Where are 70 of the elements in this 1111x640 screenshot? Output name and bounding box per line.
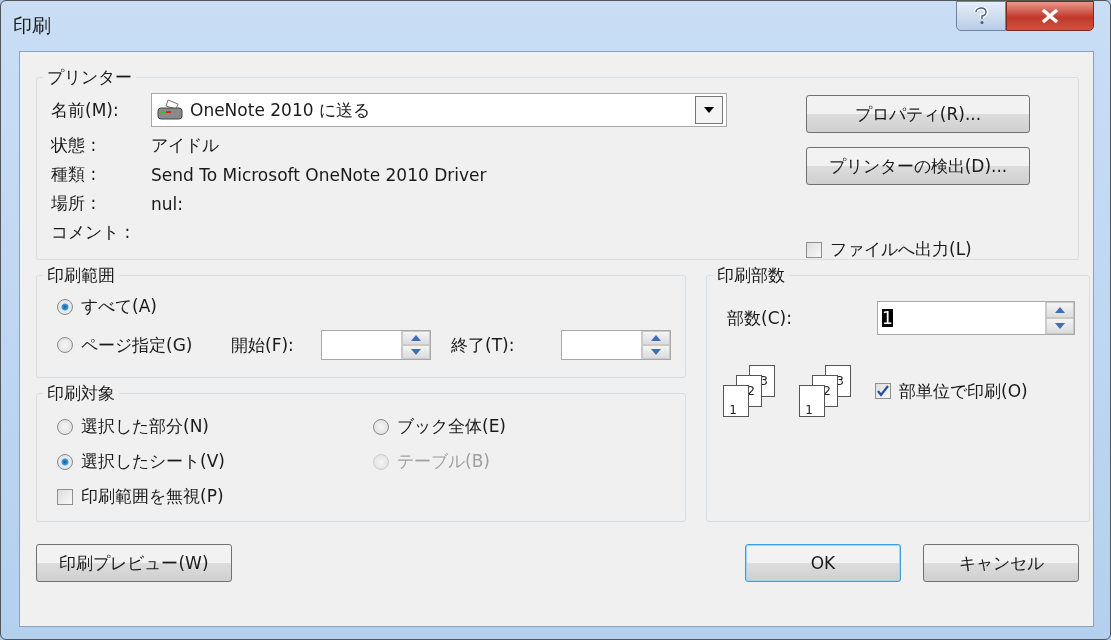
radio-button[interactable] [57, 418, 73, 435]
radio-option[interactable]: 選択した部分(N) [57, 415, 373, 438]
checkbox-label: ファイルへ出力(L) [830, 238, 972, 261]
print-preview-button[interactable]: 印刷プレビュー(W) [36, 544, 232, 582]
checkbox-label: 印刷範囲を無視(P) [81, 485, 224, 508]
dialog-button[interactable]: OK [745, 544, 901, 582]
field-value: nul: [151, 193, 183, 214]
up-arrow-icon [1055, 307, 1065, 313]
group-title: 印刷範囲 [46, 264, 116, 287]
radio-label: 選択した部分(N) [81, 415, 209, 438]
close-button[interactable] [1006, 1, 1094, 31]
radio-option[interactable]: ブック全体(E) [373, 415, 671, 438]
end-page-spinbox[interactable] [561, 330, 671, 360]
field-label: 場所 : [51, 192, 98, 215]
down-arrow-icon [411, 349, 421, 355]
dialog-button[interactable]: プリンターの検出(D)... [806, 147, 1030, 185]
help-button[interactable] [956, 1, 1006, 31]
dialog-button[interactable]: キャンセル [923, 544, 1079, 582]
group-title: 印刷部数 [716, 264, 786, 287]
field-value: Send To Microsoft OneNote 2010 Driver [151, 164, 487, 185]
checkbox-label: 部単位で印刷(O) [899, 379, 1028, 403]
checkbox[interactable] [806, 241, 822, 258]
down-arrow-icon [651, 349, 661, 355]
field-label: 終了(T): [451, 333, 516, 357]
radio-button[interactable] [373, 418, 389, 435]
spin-up-button[interactable] [402, 331, 430, 345]
field-label: 状態 : [51, 134, 98, 157]
printer-icon [156, 98, 186, 122]
checkbox[interactable] [875, 383, 891, 399]
caret-icon [704, 107, 714, 113]
help-icon [974, 7, 988, 25]
dropdown-button[interactable] [695, 96, 723, 124]
window-title: 印刷 [13, 13, 51, 38]
checkbox-option[interactable]: 印刷範囲を無視(P) [57, 485, 373, 508]
radio-label: テーブル(B) [397, 450, 490, 473]
checkbox-option[interactable]: ファイルへ出力(L) [806, 238, 1030, 261]
field-value: アイドル [151, 134, 219, 157]
radio-button[interactable] [57, 298, 73, 315]
group-title: 印刷対象 [46, 382, 116, 405]
spin-down-button[interactable] [642, 345, 670, 359]
field-label: コメント : [51, 221, 132, 244]
radio-option[interactable]: すべて(A) [57, 295, 671, 318]
radio-label: 選択したシート(V) [81, 450, 225, 473]
printer-dropdown[interactable]: OneNote 2010 に送る [151, 93, 727, 127]
checkbox-option[interactable]: 部単位で印刷(O) [875, 379, 1028, 403]
down-arrow-icon [1055, 323, 1065, 329]
field-label: 開始(F): [231, 333, 295, 357]
radio-option[interactable]: ページ指定(G) [57, 333, 221, 357]
checkbox[interactable] [57, 488, 73, 505]
spin-up-button[interactable] [642, 331, 670, 345]
copies-spinbox[interactable]: 1 [877, 301, 1075, 335]
spin-down-button[interactable] [1046, 318, 1074, 334]
copies-value: 1 [882, 308, 893, 328]
start-page-spinbox[interactable] [321, 330, 431, 360]
up-arrow-icon [651, 335, 661, 341]
dialog-button[interactable]: プロパティ(R)... [806, 95, 1030, 133]
field-label: 部数(C): [727, 306, 793, 330]
group-title: プリンター [46, 66, 133, 89]
field-label: 名前(M): [51, 98, 120, 122]
up-arrow-icon [411, 335, 421, 341]
radio-label: すべて(A) [81, 295, 157, 318]
field-label: 種類 : [51, 163, 98, 186]
radio-button[interactable] [57, 453, 73, 470]
spin-down-button[interactable] [402, 345, 430, 359]
radio-button[interactable] [57, 337, 73, 353]
radio-option[interactable]: 選択したシート(V) [57, 450, 373, 473]
close-icon [1041, 9, 1059, 23]
radio-label: ページ指定(G) [81, 333, 193, 357]
spin-up-button[interactable] [1046, 302, 1074, 318]
radio-label: ブック全体(E) [397, 415, 506, 438]
